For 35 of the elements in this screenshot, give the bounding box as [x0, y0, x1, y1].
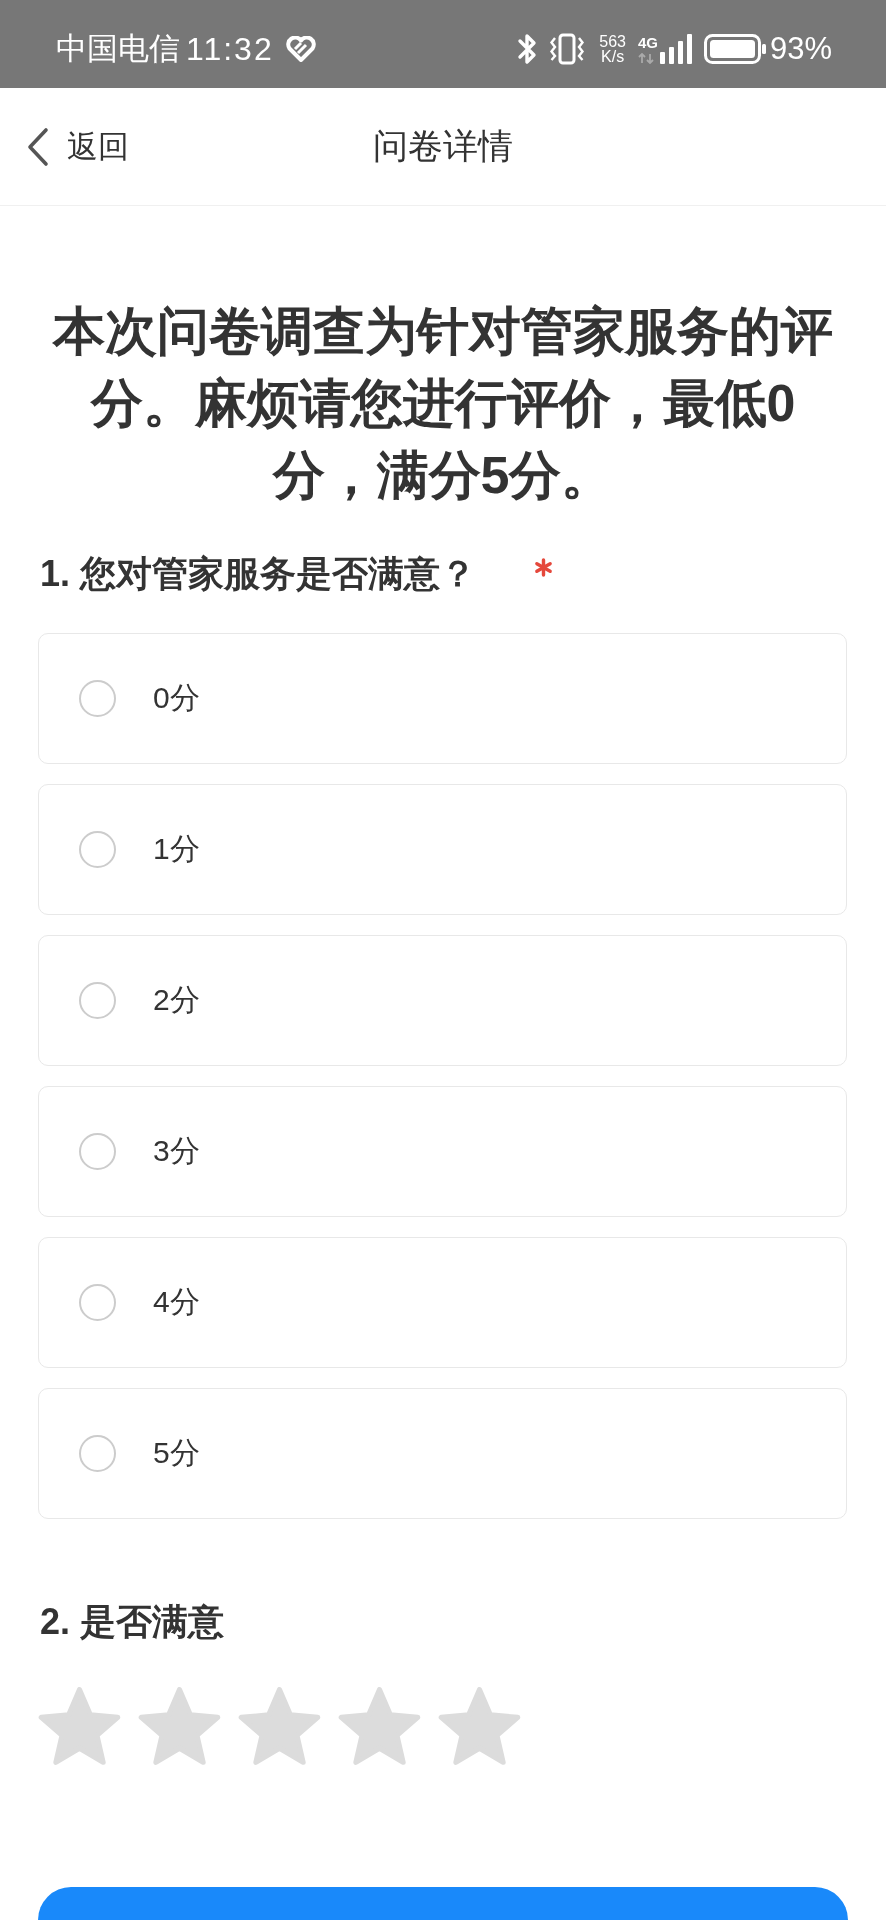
star-icon[interactable] — [238, 1687, 321, 1765]
radio-button[interactable] — [79, 1284, 116, 1321]
page-title: 问卷详情 — [373, 125, 513, 167]
clock-time: 11:32 — [186, 30, 274, 68]
network-speed-value: 563 — [599, 34, 626, 49]
vibrate-icon — [549, 33, 586, 65]
option-item[interactable]: 1分 — [38, 784, 847, 915]
star-icon[interactable] — [38, 1687, 121, 1765]
back-button[interactable]: 返回 — [22, 121, 133, 172]
question-title: 1. 您对管家服务是否满意？ — [40, 552, 477, 596]
radio-button[interactable] — [79, 982, 116, 1019]
option-item[interactable]: 3分 — [38, 1086, 847, 1217]
carrier-name: 中国电信 — [56, 30, 180, 68]
network-speed-unit: K/s — [601, 49, 625, 64]
network-type: 4G — [637, 35, 658, 51]
question-title: 2. 是否满意 — [40, 1600, 225, 1644]
star-icon[interactable] — [138, 1687, 221, 1765]
option-item[interactable]: 2分 — [38, 935, 847, 1066]
option-item[interactable]: 4分 — [38, 1237, 847, 1368]
battery-percent: 93% — [769, 31, 832, 67]
option-item[interactable]: 0分 — [38, 633, 847, 764]
star-icon[interactable] — [438, 1687, 521, 1765]
battery-icon — [703, 34, 766, 64]
option-item[interactable]: 5分 — [38, 1388, 847, 1519]
radio-button[interactable] — [79, 1133, 116, 1170]
radio-button[interactable] — [79, 1435, 116, 1472]
data-arrows-icon — [637, 53, 654, 64]
star-icon[interactable] — [338, 1687, 421, 1765]
radio-button[interactable] — [79, 831, 116, 868]
radio-button[interactable] — [79, 680, 116, 717]
star-rating[interactable] — [38, 1687, 521, 1765]
survey-intro: 本次问卷调查为针对管家服务的评分。麻烦请您进行评价，最低0分，满分5分。 — [51, 301, 834, 506]
heart-icon — [285, 36, 316, 62]
back-chevron-icon — [26, 126, 50, 167]
signal-icon — [659, 34, 692, 64]
